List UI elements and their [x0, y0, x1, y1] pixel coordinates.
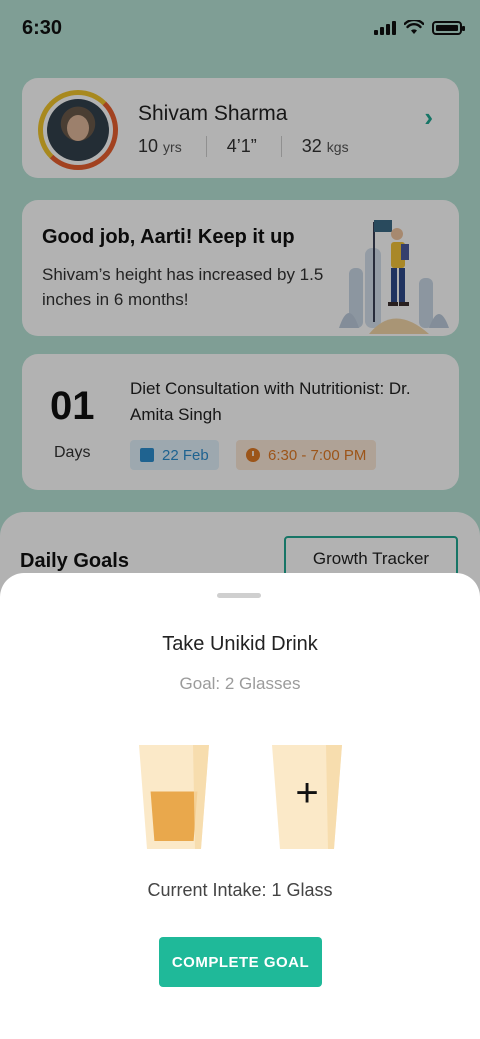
glass-filled[interactable]: [139, 745, 209, 849]
glass-icon: [139, 745, 209, 849]
goal-title: Take Unikid Drink: [162, 633, 318, 655]
current-intake: Current Intake: 1 Glass: [147, 880, 333, 900]
sheet-drag-handle[interactable]: [217, 593, 261, 598]
glass-empty-add[interactable]: +: [272, 745, 342, 849]
home-screen: 6:30 Shivam Sharma 10 yrs 4’1” 32 kgs › …: [0, 0, 480, 1039]
drink-goal-sheet: Take Unikid Drink Goal: 2 Glasses + Curr…: [0, 573, 480, 1039]
goal-target: Goal: 2 Glasses: [179, 674, 301, 693]
complete-goal-button[interactable]: COMPLETE GOAL: [159, 937, 322, 987]
plus-icon: +: [295, 771, 319, 815]
